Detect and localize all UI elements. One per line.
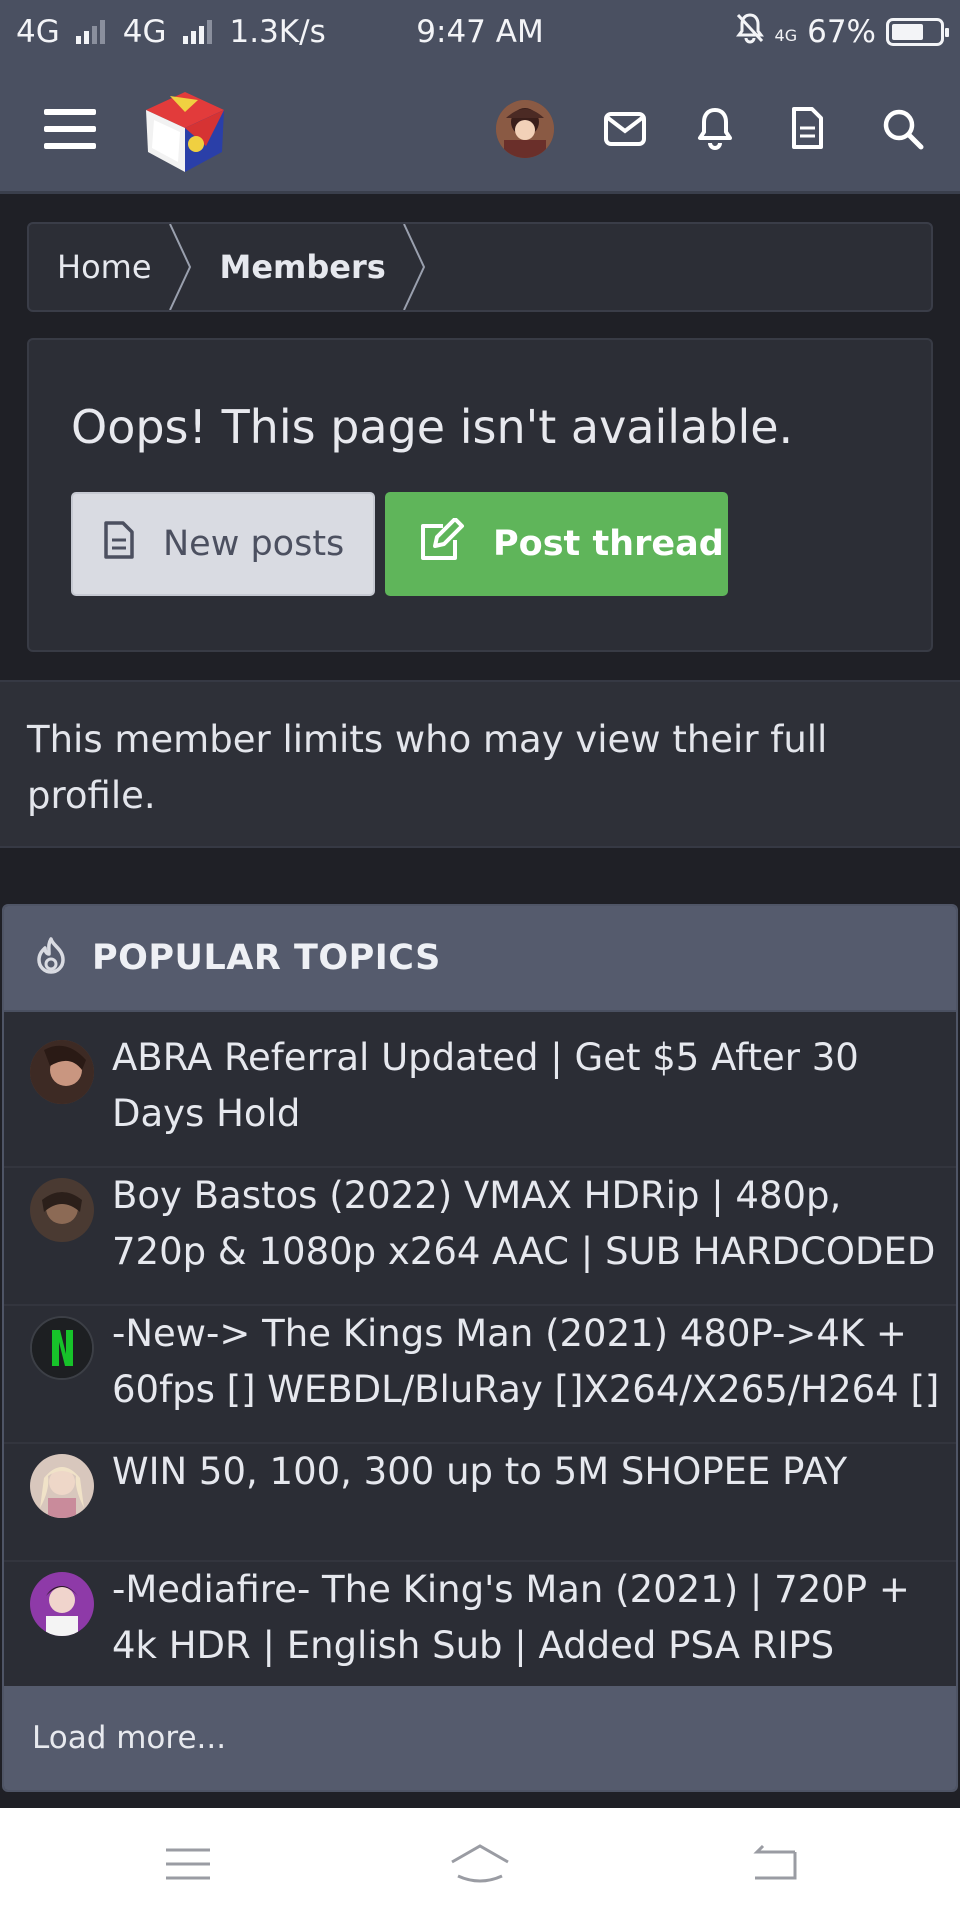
- system-navigation-bar: [0, 1808, 960, 1920]
- post-thread-label: Post thread: [493, 524, 724, 564]
- list-item[interactable]: ABRA Referral Updated | Get $5 After 30 …: [4, 1030, 956, 1168]
- document-icon[interactable]: [782, 102, 832, 154]
- breadcrumb-members[interactable]: Members: [192, 224, 402, 310]
- popular-topics-header: POPULAR TOPICS: [4, 906, 956, 1012]
- avatar: [30, 1454, 94, 1518]
- hamburger-icon[interactable]: [40, 102, 100, 156]
- list-item[interactable]: -Mediafire- The King's Man (2021) | 720P…: [4, 1562, 956, 1700]
- topic-title[interactable]: -New-> The Kings Man (2021) 480P->4K + 6…: [112, 1306, 942, 1442]
- signal-strength-icon: [182, 20, 212, 44]
- site-logo[interactable]: [138, 84, 232, 178]
- edit-icon: [417, 516, 465, 571]
- mail-icon[interactable]: [600, 104, 650, 154]
- new-posts-button[interactable]: New posts: [71, 492, 375, 596]
- restricted-message: This member limits who may view their fu…: [27, 718, 828, 817]
- chevron-right-icon: [402, 224, 425, 310]
- mute-bell-icon: [735, 12, 765, 52]
- document-icon: [103, 520, 135, 569]
- breadcrumb-home[interactable]: Home: [29, 224, 168, 310]
- page-title: Oops! This page isn't available.: [71, 400, 794, 454]
- topic-title[interactable]: Boy Bastos (2022) VMAX HDRip | 480p, 720…: [112, 1168, 942, 1304]
- avatar: [30, 1572, 94, 1636]
- chevron-right-icon: [168, 224, 191, 310]
- app-header: [0, 64, 960, 194]
- network-speed: 1.3K/s: [229, 14, 326, 50]
- status-bar: 4G 4G 1.3K/s 9:47 AM 4G 67%: [0, 0, 960, 64]
- topic-title[interactable]: -Mediafire- The King's Man (2021) | 720P…: [112, 1562, 942, 1700]
- topic-title[interactable]: ABRA Referral Updated | Get $5 After 30 …: [112, 1030, 942, 1166]
- restricted-profile-notice: This member limits who may view their fu…: [0, 680, 960, 848]
- battery-icon: [886, 18, 949, 46]
- network-label-1: 4G: [16, 14, 60, 50]
- popular-topics-title: POPULAR TOPICS: [92, 938, 441, 978]
- new-posts-label: New posts: [163, 524, 345, 564]
- avatar[interactable]: [496, 100, 554, 158]
- fire-icon: [32, 936, 70, 980]
- breadcrumb: Home Members: [27, 222, 933, 312]
- search-icon[interactable]: [876, 102, 930, 156]
- load-more-button[interactable]: Load more...: [4, 1686, 956, 1790]
- signal-strength-icon: [75, 20, 105, 44]
- avatar: [30, 1040, 94, 1104]
- recent-apps-icon[interactable]: [148, 1834, 228, 1894]
- list-item[interactable]: WIN 50, 100, 300 up to 5M SHOPEE PAY: [4, 1444, 956, 1562]
- home-icon[interactable]: [440, 1834, 520, 1894]
- back-icon[interactable]: [734, 1834, 814, 1894]
- bell-icon[interactable]: [690, 102, 740, 154]
- popular-topics-panel: POPULAR TOPICS ABRA Referral Updated | G…: [2, 904, 958, 1792]
- mini-network-label: 4G: [774, 26, 798, 45]
- list-item[interactable]: -New-> The Kings Man (2021) 480P->4K + 6…: [4, 1306, 956, 1444]
- topic-title[interactable]: WIN 50, 100, 300 up to 5M SHOPEE PAY: [112, 1444, 942, 1560]
- battery-percent: 67%: [807, 14, 876, 50]
- network-label-2: 4G: [122, 14, 167, 50]
- post-thread-button[interactable]: Post thread: [385, 492, 728, 596]
- avatar: [30, 1316, 94, 1380]
- unavailable-notice: Oops! This page isn't available. New pos…: [27, 338, 933, 652]
- list-item[interactable]: Boy Bastos (2022) VMAX HDRip | 480p, 720…: [4, 1168, 956, 1306]
- avatar: [30, 1178, 94, 1242]
